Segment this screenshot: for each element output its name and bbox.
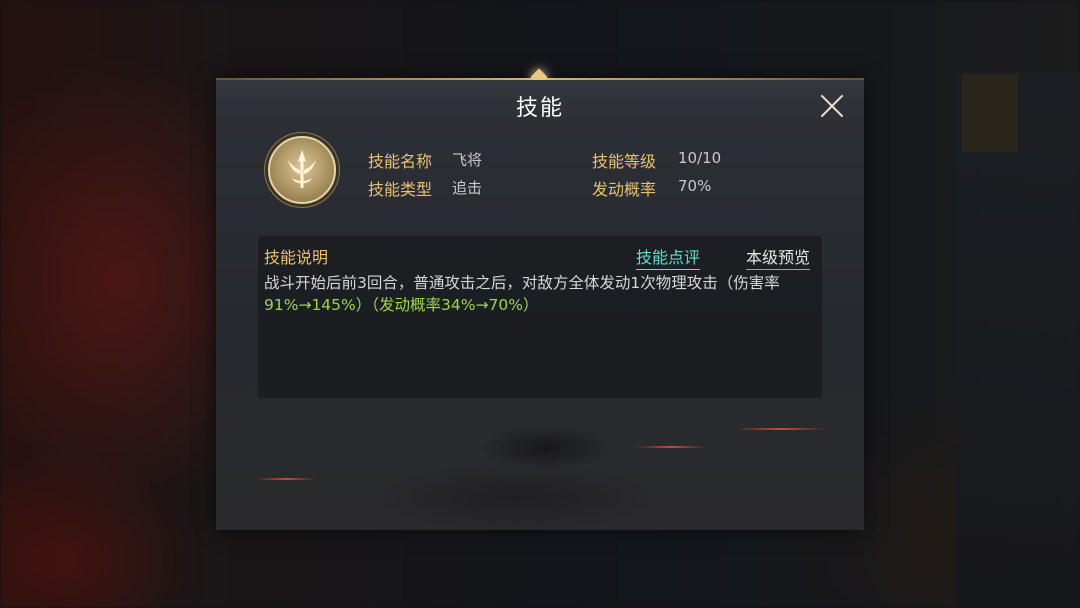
spear-emblem-icon xyxy=(268,136,336,204)
description-title: 技能说明 xyxy=(264,248,329,267)
skill-name-label: 技能名称 xyxy=(368,152,433,171)
ember-streak xyxy=(636,446,706,448)
close-icon[interactable] xyxy=(816,90,848,122)
tab-level-preview[interactable]: 本级预览 xyxy=(746,244,811,270)
ember-streak xyxy=(736,428,826,430)
description-separator: ）（ xyxy=(355,296,380,314)
description-text: 战斗开始后前3回合，普通攻击之后，对敌方全体发动1次物理攻击（伤害率 91%→14… xyxy=(264,272,812,316)
dialog-background-art xyxy=(216,378,864,530)
damage-rate-change: 91%→145% xyxy=(264,296,356,314)
ember-streak xyxy=(256,478,316,480)
skill-name-value: 飞将 xyxy=(452,151,483,169)
skill-type-value: 追击 xyxy=(452,179,483,197)
trigger-rate-label: 发动概率 xyxy=(592,180,657,199)
description-end: ） xyxy=(522,296,539,314)
skill-description-panel: 技能说明 技能点评 本级预览 战斗开始后前3回合，普通攻击之后，对敌方全体发动1… xyxy=(258,236,822,398)
trigger-rate-value: 70% xyxy=(678,177,712,195)
dialog-header: 技能 xyxy=(216,80,864,124)
skill-level-value: 10/10 xyxy=(678,149,722,167)
skill-info-panel: 技能名称 飞将 技能类型 追击 技能等级 10/10 发动概率 70% xyxy=(242,136,838,208)
description-main: 战斗开始后前3回合，普通攻击之后，对敌方全体发动1次物理攻击（伤害率 xyxy=(264,274,780,292)
trigger-rate-change: 发动概率34%→70% xyxy=(379,296,523,314)
skill-dialog: 技能 技能名称 飞将 技能类型 追击 技能等级 10/10 发动概率 70% 技… xyxy=(216,68,864,530)
skill-level-label: 技能等级 xyxy=(592,152,657,171)
tab-skill-review[interactable]: 技能点评 xyxy=(636,244,701,270)
skill-type-label: 技能类型 xyxy=(368,180,433,199)
dialog-title: 技能 xyxy=(515,96,564,121)
